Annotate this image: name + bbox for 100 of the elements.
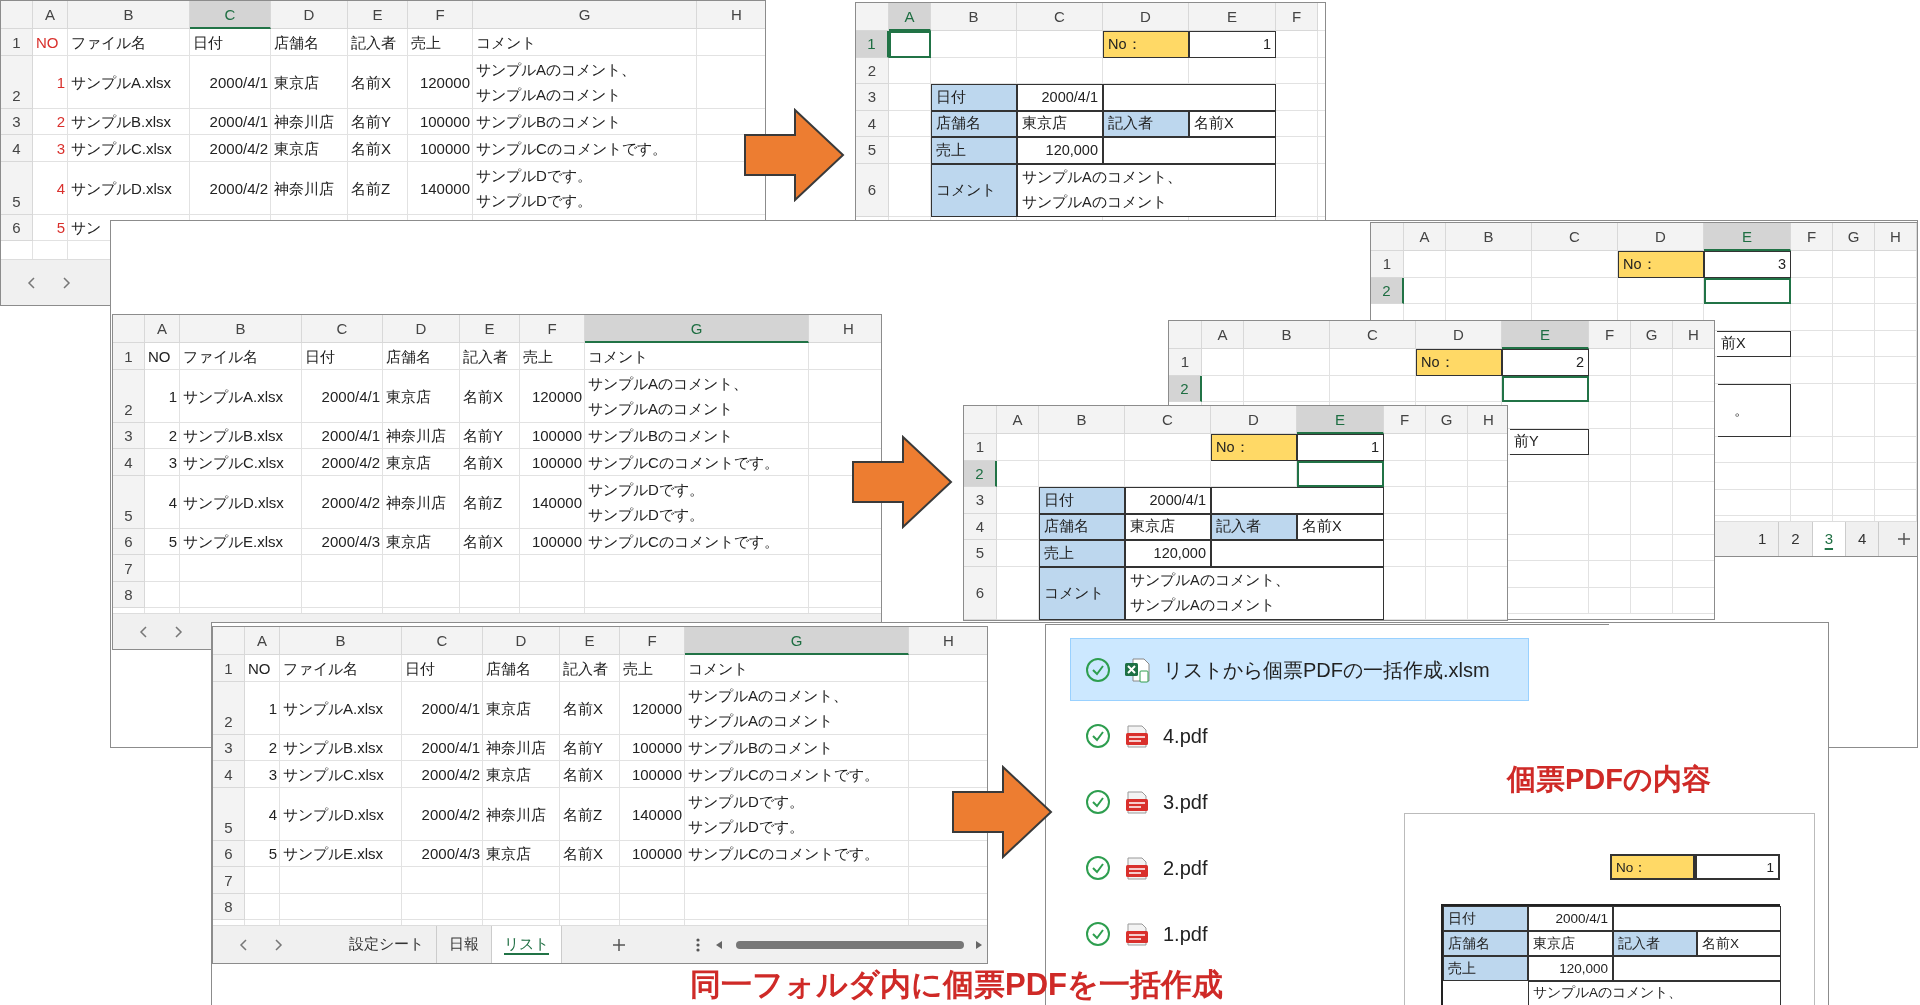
row-header[interactable]: 2 [113, 369, 145, 423]
row-header[interactable]: 7 [113, 555, 145, 582]
column-header[interactable]: C [1532, 223, 1618, 251]
column-header[interactable]: D [1211, 406, 1297, 434]
column-header[interactable]: B [280, 627, 402, 655]
column-header[interactable]: G [685, 627, 909, 655]
row-header[interactable]: 8 [113, 581, 145, 608]
row-header[interactable]: 4 [1, 135, 33, 162]
column-header[interactable]: E [1704, 223, 1791, 251]
row-header[interactable]: 3 [113, 422, 145, 449]
column-header[interactable]: H [1875, 223, 1917, 251]
sheet-tab[interactable]: 設定シート [337, 926, 437, 963]
column-header[interactable]: E [1502, 321, 1589, 349]
column-header[interactable]: D [1103, 3, 1189, 31]
row-header[interactable]: 5 [856, 137, 889, 164]
column-header[interactable]: B [1446, 223, 1532, 251]
sheet-tab[interactable]: 2 [1779, 522, 1813, 556]
chevron-right-icon[interactable] [61, 275, 71, 290]
chevron-right-icon[interactable] [273, 937, 283, 952]
column-header[interactable]: H [809, 315, 881, 343]
chevron-left-icon[interactable] [239, 937, 249, 952]
column-header[interactable]: H [909, 627, 987, 655]
column-header[interactable]: G [473, 1, 697, 29]
column-header[interactable]: B [931, 3, 1017, 31]
row-header[interactable]: 2 [213, 681, 245, 735]
row-header[interactable]: 2 [1371, 277, 1404, 304]
column-header[interactable]: A [145, 315, 180, 343]
plus-icon[interactable] [612, 937, 626, 952]
column-header[interactable]: C [302, 315, 383, 343]
column-header[interactable]: G [1426, 406, 1468, 434]
file-item[interactable]: リストから個票PDFの一括作成.xlsm [1070, 638, 1529, 701]
row-header[interactable]: 1 [113, 343, 145, 370]
row-header[interactable]: 4 [213, 761, 245, 788]
column-header[interactable]: A [1404, 223, 1446, 251]
sheet-tab[interactable]: リスト [492, 926, 562, 963]
row-header[interactable]: 2 [1169, 375, 1202, 402]
row-header[interactable]: 5 [113, 475, 145, 529]
row-header[interactable]: 1 [964, 434, 997, 461]
column-header[interactable]: D [483, 627, 560, 655]
column-header[interactable]: D [1416, 321, 1502, 349]
file-item[interactable]: 2.pdf [1070, 836, 1219, 899]
row-header[interactable]: 5 [1, 161, 33, 215]
row-header[interactable]: 4 [856, 110, 889, 137]
row-header[interactable]: 7 [213, 867, 245, 894]
column-header[interactable]: H [1673, 321, 1714, 349]
chevron-left-icon[interactable] [27, 275, 37, 290]
column-header[interactable]: F [1384, 406, 1426, 434]
column-header[interactable]: C [1125, 406, 1211, 434]
row-header[interactable]: 6 [856, 163, 889, 217]
row-header[interactable]: 1 [1371, 251, 1404, 278]
row-header[interactable]: 8 [213, 893, 245, 920]
column-header[interactable]: F [1589, 321, 1631, 349]
column-header[interactable]: F [1791, 223, 1833, 251]
column-header[interactable]: C [190, 1, 271, 29]
column-header[interactable]: F [408, 1, 473, 29]
file-item[interactable]: 4.pdf [1070, 704, 1219, 767]
plus-icon[interactable] [1897, 532, 1911, 546]
column-header[interactable]: A [245, 627, 280, 655]
more-options-icon[interactable] [696, 936, 700, 953]
file-item[interactable]: 3.pdf [1070, 770, 1219, 833]
column-header[interactable]: A [1202, 321, 1244, 349]
column-header[interactable]: H [697, 1, 765, 29]
row-header[interactable]: 1 [1169, 349, 1202, 376]
row-header[interactable]: 1 [213, 655, 245, 682]
row-header[interactable]: 4 [964, 513, 997, 540]
column-header[interactable]: F [520, 315, 585, 343]
column-header[interactable]: B [1244, 321, 1330, 349]
row-header[interactable]: 6 [1, 214, 33, 241]
row-header[interactable]: 5 [213, 787, 245, 841]
row-header[interactable]: 5 [964, 540, 997, 567]
column-header[interactable]: E [1189, 3, 1276, 31]
sheet-tab[interactable]: 1 [1746, 522, 1780, 556]
column-header[interactable]: E [348, 1, 408, 29]
column-header[interactable]: C [1330, 321, 1416, 349]
row-header[interactable]: 6 [113, 528, 145, 555]
row-header[interactable]: 6 [213, 840, 245, 867]
column-header[interactable]: G [585, 315, 809, 343]
column-header[interactable]: F [1276, 3, 1318, 31]
sheet-tab[interactable]: 4 [1846, 522, 1880, 556]
column-header[interactable]: E [560, 627, 620, 655]
column-header[interactable]: A [997, 406, 1039, 434]
column-header[interactable]: F [620, 627, 685, 655]
column-header[interactable]: E [460, 315, 520, 343]
row-header[interactable]: 2 [1, 55, 33, 109]
column-header[interactable]: C [402, 627, 483, 655]
column-header[interactable]: G [1631, 321, 1673, 349]
column-header[interactable]: C [1017, 3, 1103, 31]
row-header[interactable]: 3 [964, 487, 997, 514]
column-header[interactable]: D [1618, 223, 1704, 251]
column-header[interactable]: B [68, 1, 190, 29]
chevron-left-icon[interactable] [139, 624, 149, 639]
column-header[interactable]: A [33, 1, 68, 29]
row-header[interactable]: 3 [856, 84, 889, 111]
column-header[interactable]: B [180, 315, 302, 343]
row-header[interactable]: 6 [964, 566, 997, 620]
sheet-tab[interactable]: 3 [1812, 522, 1847, 556]
row-header[interactable]: 3 [1, 108, 33, 135]
file-item[interactable]: 1.pdf [1070, 902, 1219, 965]
column-header[interactable]: D [383, 315, 460, 343]
row-header[interactable]: 4 [113, 449, 145, 476]
